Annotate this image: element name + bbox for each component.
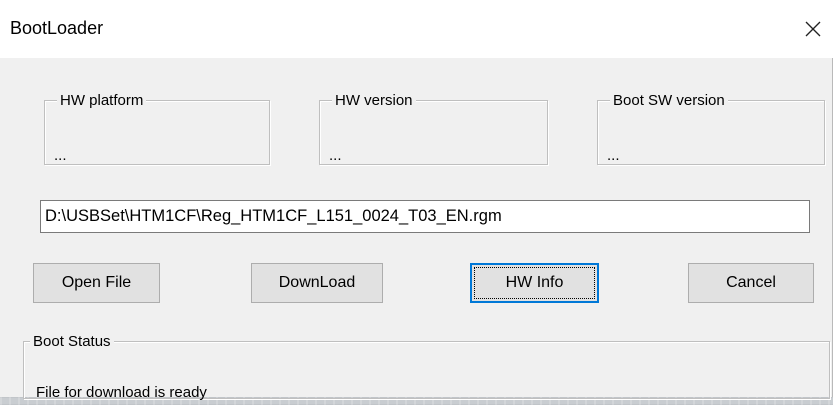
boot-status-group: Boot Status File for download is ready [23, 333, 830, 401]
hw-info-button[interactable]: HW Info [470, 263, 599, 303]
title-bar[interactable]: BootLoader [0, 0, 833, 58]
boot-status-message: File for download is ready [36, 384, 207, 401]
close-button[interactable] [793, 0, 833, 58]
close-icon [805, 21, 821, 37]
bootloader-dialog: BootLoader HW platform ... HW version ..… [0, 0, 833, 401]
window-title: BootLoader [10, 18, 104, 38]
hw-version-group: HW version ... [319, 92, 548, 165]
hw-platform-group: HW platform ... [44, 92, 270, 165]
hw-platform-label: HW platform [57, 92, 147, 109]
boot-sw-version-label: Boot SW version [610, 92, 728, 109]
boot-sw-version-group: Boot SW version ... [597, 92, 825, 165]
file-path-input[interactable] [40, 200, 810, 233]
hw-version-value: ... [329, 147, 342, 164]
download-button[interactable]: DownLoad [251, 263, 383, 303]
open-file-button[interactable]: Open File [33, 263, 160, 303]
boot-status-label: Boot Status [30, 333, 114, 350]
hw-version-label: HW version [332, 92, 416, 109]
boot-sw-version-value: ... [607, 147, 620, 164]
cancel-button[interactable]: Cancel [688, 263, 814, 303]
hw-platform-value: ... [54, 147, 67, 164]
